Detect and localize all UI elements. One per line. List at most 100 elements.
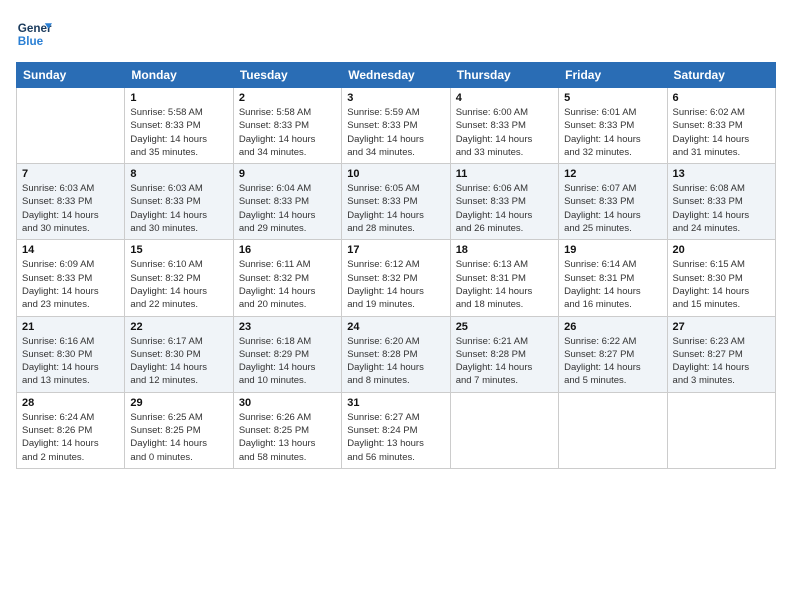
day-number: 22 <box>130 321 227 333</box>
day-number: 30 <box>239 397 336 409</box>
weekday-header: Thursday <box>450 63 558 88</box>
calendar-cell: 7 Sunrise: 6:03 AM Sunset: 8:33 PM Daylig… <box>17 164 125 240</box>
day-info: Sunrise: 6:01 AM Sunset: 8:33 PM Dayligh… <box>564 106 661 159</box>
calendar: SundayMondayTuesdayWednesdayThursdayFrid… <box>16 62 776 469</box>
calendar-cell: 14 Sunrise: 6:09 AM Sunset: 8:33 PM Dayli… <box>17 240 125 316</box>
day-info: Sunrise: 6:17 AM Sunset: 8:30 PM Dayligh… <box>130 335 227 388</box>
calendar-cell: 8 Sunrise: 6:03 AM Sunset: 8:33 PM Daylig… <box>125 164 233 240</box>
day-info: Sunrise: 6:11 AM Sunset: 8:32 PM Dayligh… <box>239 258 336 311</box>
day-number: 5 <box>564 92 661 104</box>
calendar-cell: 2 Sunrise: 5:58 AM Sunset: 8:33 PM Daylig… <box>233 88 341 164</box>
logo-icon: General Blue <box>16 16 52 52</box>
day-info: Sunrise: 6:08 AM Sunset: 8:33 PM Dayligh… <box>673 182 770 235</box>
day-number: 12 <box>564 168 661 180</box>
weekday-header: Sunday <box>17 63 125 88</box>
calendar-cell: 21 Sunrise: 6:16 AM Sunset: 8:30 PM Dayli… <box>17 316 125 392</box>
svg-text:Blue: Blue <box>18 35 44 48</box>
weekday-header: Saturday <box>667 63 775 88</box>
day-number: 13 <box>673 168 770 180</box>
calendar-cell: 6 Sunrise: 6:02 AM Sunset: 8:33 PM Daylig… <box>667 88 775 164</box>
day-number: 26 <box>564 321 661 333</box>
day-info: Sunrise: 6:04 AM Sunset: 8:33 PM Dayligh… <box>239 182 336 235</box>
day-number: 27 <box>673 321 770 333</box>
day-number: 1 <box>130 92 227 104</box>
page: General Blue SundayMondayTuesdayWednesda… <box>0 0 792 612</box>
calendar-cell: 18 Sunrise: 6:13 AM Sunset: 8:31 PM Dayli… <box>450 240 558 316</box>
day-info: Sunrise: 6:25 AM Sunset: 8:25 PM Dayligh… <box>130 411 227 464</box>
calendar-cell <box>667 392 775 468</box>
day-number: 10 <box>347 168 444 180</box>
calendar-cell: 30 Sunrise: 6:26 AM Sunset: 8:25 PM Dayli… <box>233 392 341 468</box>
calendar-cell: 31 Sunrise: 6:27 AM Sunset: 8:24 PM Dayli… <box>342 392 450 468</box>
calendar-cell: 12 Sunrise: 6:07 AM Sunset: 8:33 PM Dayli… <box>559 164 667 240</box>
calendar-cell: 4Sunrise: 6:00 AM Sunset: 8:33 PM Daylig… <box>450 88 558 164</box>
day-info: Sunrise: 6:03 AM Sunset: 8:33 PM Dayligh… <box>130 182 227 235</box>
day-number: 2 <box>239 92 336 104</box>
day-info: Sunrise: 6:27 AM Sunset: 8:24 PM Dayligh… <box>347 411 444 464</box>
calendar-cell: 29Sunrise: 6:25 AM Sunset: 8:25 PM Dayli… <box>125 392 233 468</box>
day-number: 6 <box>673 92 770 104</box>
weekday-header: Tuesday <box>233 63 341 88</box>
calendar-cell: 23Sunrise: 6:18 AM Sunset: 8:29 PM Dayli… <box>233 316 341 392</box>
day-number: 18 <box>456 244 553 256</box>
calendar-cell: 20Sunrise: 6:15 AM Sunset: 8:30 PM Dayli… <box>667 240 775 316</box>
calendar-cell: 5 Sunrise: 6:01 AM Sunset: 8:33 PM Daylig… <box>559 88 667 164</box>
calendar-cell: 15 Sunrise: 6:10 AM Sunset: 8:32 PM Dayli… <box>125 240 233 316</box>
day-number: 24 <box>347 321 444 333</box>
day-info: Sunrise: 6:00 AM Sunset: 8:33 PM Dayligh… <box>456 106 553 159</box>
day-number: 7 <box>22 168 119 180</box>
weekday-header: Wednesday <box>342 63 450 88</box>
calendar-cell: 19 Sunrise: 6:14 AM Sunset: 8:31 PM Dayli… <box>559 240 667 316</box>
day-number: 9 <box>239 168 336 180</box>
calendar-cell: 16 Sunrise: 6:11 AM Sunset: 8:32 PM Dayli… <box>233 240 341 316</box>
calendar-cell: 11Sunrise: 6:06 AM Sunset: 8:33 PM Dayli… <box>450 164 558 240</box>
logo: General Blue <box>16 16 52 52</box>
day-info: Sunrise: 5:58 AM Sunset: 8:33 PM Dayligh… <box>239 106 336 159</box>
calendar-cell <box>559 392 667 468</box>
calendar-cell: 24 Sunrise: 6:20 AM Sunset: 8:28 PM Dayli… <box>342 316 450 392</box>
day-info: Sunrise: 6:06 AM Sunset: 8:33 PM Dayligh… <box>456 182 553 235</box>
calendar-cell: 26 Sunrise: 6:22 AM Sunset: 8:27 PM Dayli… <box>559 316 667 392</box>
day-info: Sunrise: 5:58 AM Sunset: 8:33 PM Dayligh… <box>130 106 227 159</box>
day-info: Sunrise: 6:14 AM Sunset: 8:31 PM Dayligh… <box>564 258 661 311</box>
day-number: 3 <box>347 92 444 104</box>
day-number: 31 <box>347 397 444 409</box>
weekday-header: Monday <box>125 63 233 88</box>
day-info: Sunrise: 6:10 AM Sunset: 8:32 PM Dayligh… <box>130 258 227 311</box>
calendar-cell: 13 Sunrise: 6:08 AM Sunset: 8:33 PM Dayli… <box>667 164 775 240</box>
header: General Blue <box>16 16 776 52</box>
day-number: 19 <box>564 244 661 256</box>
calendar-cell <box>17 88 125 164</box>
day-number: 20 <box>673 244 770 256</box>
day-info: Sunrise: 6:26 AM Sunset: 8:25 PM Dayligh… <box>239 411 336 464</box>
day-number: 21 <box>22 321 119 333</box>
day-info: Sunrise: 6:03 AM Sunset: 8:33 PM Dayligh… <box>22 182 119 235</box>
day-number: 8 <box>130 168 227 180</box>
day-info: Sunrise: 6:20 AM Sunset: 8:28 PM Dayligh… <box>347 335 444 388</box>
day-info: Sunrise: 6:02 AM Sunset: 8:33 PM Dayligh… <box>673 106 770 159</box>
calendar-cell: 1 Sunrise: 5:58 AM Sunset: 8:33 PM Daylig… <box>125 88 233 164</box>
calendar-cell: 9 Sunrise: 6:04 AM Sunset: 8:33 PM Daylig… <box>233 164 341 240</box>
calendar-cell: 17Sunrise: 6:12 AM Sunset: 8:32 PM Dayli… <box>342 240 450 316</box>
day-info: Sunrise: 6:07 AM Sunset: 8:33 PM Dayligh… <box>564 182 661 235</box>
day-number: 28 <box>22 397 119 409</box>
day-info: Sunrise: 6:12 AM Sunset: 8:32 PM Dayligh… <box>347 258 444 311</box>
calendar-cell: 28 Sunrise: 6:24 AM Sunset: 8:26 PM Dayli… <box>17 392 125 468</box>
day-info: Sunrise: 6:16 AM Sunset: 8:30 PM Dayligh… <box>22 335 119 388</box>
day-info: Sunrise: 5:59 AM Sunset: 8:33 PM Dayligh… <box>347 106 444 159</box>
day-info: Sunrise: 6:13 AM Sunset: 8:31 PM Dayligh… <box>456 258 553 311</box>
day-info: Sunrise: 6:22 AM Sunset: 8:27 PM Dayligh… <box>564 335 661 388</box>
day-info: Sunrise: 6:21 AM Sunset: 8:28 PM Dayligh… <box>456 335 553 388</box>
calendar-cell <box>450 392 558 468</box>
calendar-cell: 27 Sunrise: 6:23 AM Sunset: 8:27 PM Dayli… <box>667 316 775 392</box>
day-info: Sunrise: 6:09 AM Sunset: 8:33 PM Dayligh… <box>22 258 119 311</box>
day-info: Sunrise: 6:24 AM Sunset: 8:26 PM Dayligh… <box>22 411 119 464</box>
day-number: 16 <box>239 244 336 256</box>
calendar-cell: 3 Sunrise: 5:59 AM Sunset: 8:33 PM Daylig… <box>342 88 450 164</box>
calendar-cell: 22 Sunrise: 6:17 AM Sunset: 8:30 PM Dayli… <box>125 316 233 392</box>
day-number: 15 <box>130 244 227 256</box>
day-number: 14 <box>22 244 119 256</box>
day-info: Sunrise: 6:23 AM Sunset: 8:27 PM Dayligh… <box>673 335 770 388</box>
calendar-cell: 10Sunrise: 6:05 AM Sunset: 8:33 PM Dayli… <box>342 164 450 240</box>
weekday-header: Friday <box>559 63 667 88</box>
